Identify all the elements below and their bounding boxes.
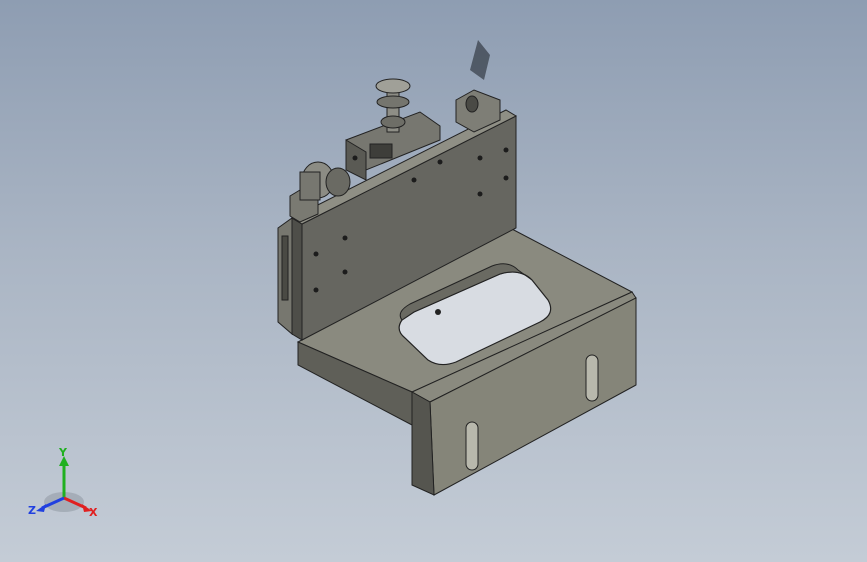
model-shadow <box>470 40 490 80</box>
axis-triad: Y X Z <box>28 446 98 519</box>
slot-right <box>585 354 599 402</box>
y-axis-label: Y <box>58 446 68 459</box>
z-axis-label: Z <box>28 504 36 517</box>
right-bracket-hole <box>465 95 479 113</box>
z-axis-arrow <box>36 504 46 512</box>
side-rail-slot <box>281 235 289 301</box>
top-mech-hole <box>352 155 358 161</box>
vertical-plate-edge <box>291 217 303 341</box>
x-axis-label: X <box>89 506 98 519</box>
screw-nut <box>380 115 406 129</box>
knob-lower <box>376 95 410 109</box>
cad-viewport[interactable]: Y X Z <box>0 0 867 562</box>
slot-left <box>465 421 479 471</box>
base-hole <box>435 309 441 315</box>
right-block-side <box>411 391 435 496</box>
roller-bracket <box>299 171 321 201</box>
cad-model-view[interactable] <box>0 0 867 562</box>
knob-upper <box>375 78 411 94</box>
roller-inner <box>325 167 351 197</box>
top-mech-slot <box>369 143 393 159</box>
